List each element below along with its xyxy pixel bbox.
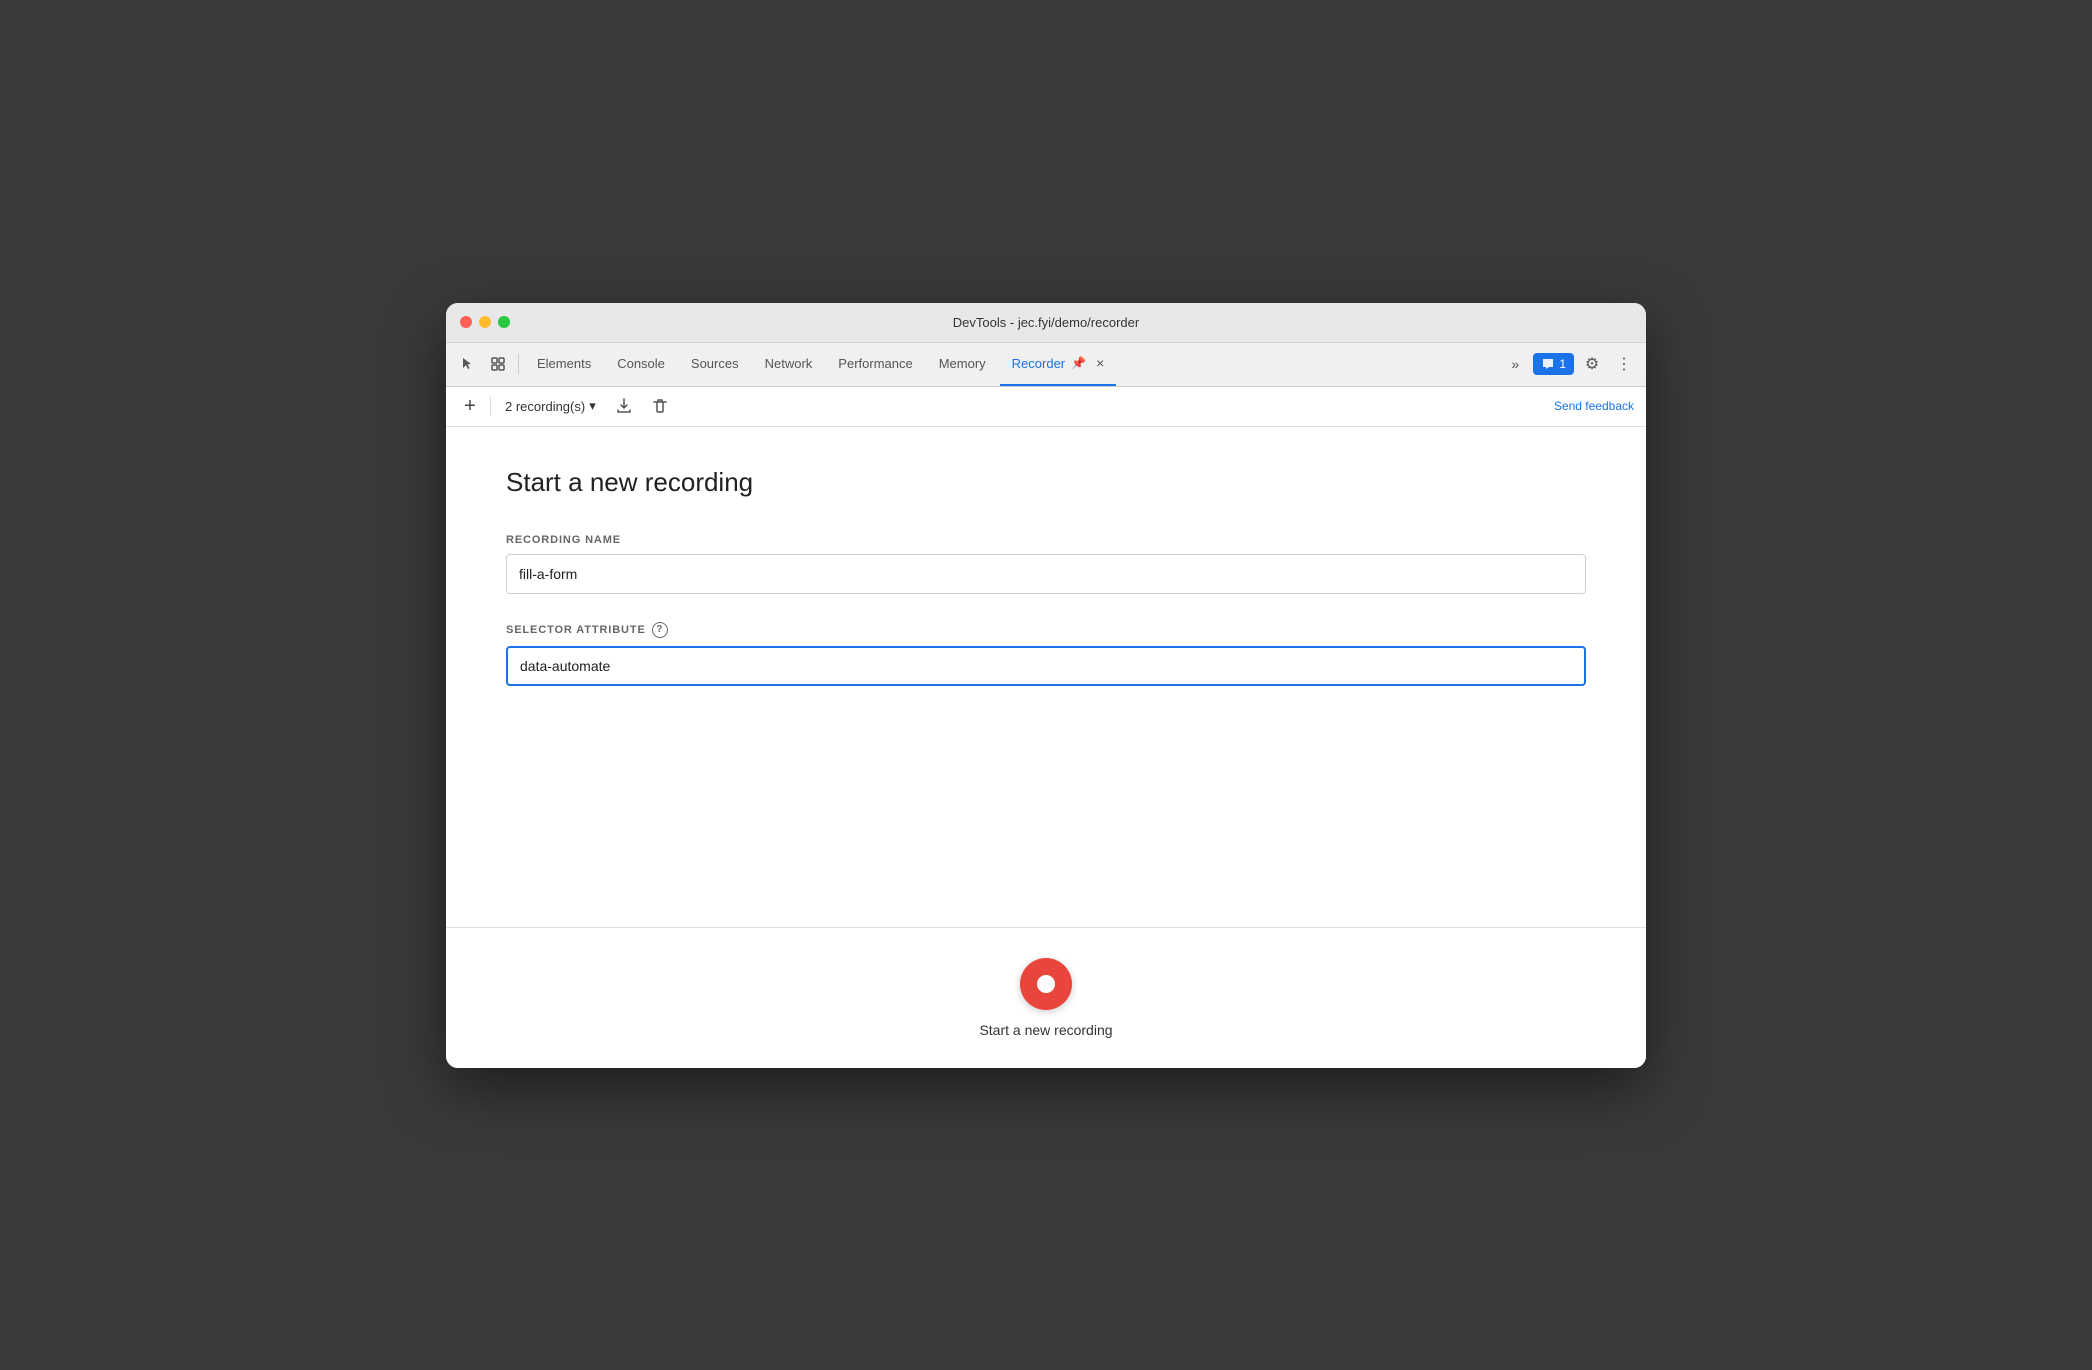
add-recording-button[interactable]: +: [458, 394, 482, 418]
close-button[interactable]: [460, 316, 472, 328]
tab-network[interactable]: Network: [753, 342, 825, 386]
recording-count-label: 2 recording(s): [505, 399, 585, 414]
chevron-down-icon: ▾: [589, 398, 596, 414]
tab-performance[interactable]: Performance: [826, 342, 924, 386]
tab-right-actions: » 1 ⚙ ⋮: [1501, 350, 1638, 378]
tab-recorder[interactable]: Recorder 📌 ×: [1000, 342, 1117, 386]
tab-memory[interactable]: Memory: [927, 342, 998, 386]
record-icon: [1037, 975, 1055, 993]
traffic-lights: [460, 316, 510, 328]
more-tabs-button[interactable]: »: [1501, 350, 1529, 378]
inspect-icon-btn[interactable]: [484, 350, 512, 378]
help-icon[interactable]: ?: [652, 622, 668, 638]
more-options-button[interactable]: ⋮: [1610, 350, 1638, 378]
maximize-button[interactable]: [498, 316, 510, 328]
recording-selector[interactable]: 2 recording(s) ▾: [499, 394, 602, 418]
bottom-section: Start a new recording: [446, 927, 1646, 1068]
tab-sources[interactable]: Sources: [679, 342, 751, 386]
recording-name-label: RECORDING NAME: [506, 534, 1586, 546]
settings-button[interactable]: ⚙: [1578, 350, 1606, 378]
start-recording-button[interactable]: [1020, 958, 1072, 1010]
selector-attribute-group: SELECTOR ATTRIBUTE ?: [506, 622, 1586, 686]
pin-icon: 📌: [1071, 356, 1086, 370]
tab-close-icon[interactable]: ×: [1096, 355, 1104, 371]
minimize-button[interactable]: [479, 316, 491, 328]
export-button[interactable]: [610, 392, 638, 420]
title-bar: DevTools - jec.fyi/demo/recorder: [446, 303, 1646, 343]
start-recording-label: Start a new recording: [979, 1022, 1112, 1038]
recording-name-group: RECORDING NAME: [506, 534, 1586, 594]
chat-button[interactable]: 1: [1533, 353, 1574, 375]
devtools-window: DevTools - jec.fyi/demo/recorder Element…: [446, 303, 1646, 1068]
devtools-tab-bar: Elements Console Sources Network Perform…: [446, 343, 1646, 387]
selector-attribute-input[interactable]: [506, 646, 1586, 686]
toolbar-divider: [490, 396, 491, 416]
selector-attribute-label: SELECTOR ATTRIBUTE ?: [506, 622, 1586, 638]
tab-elements[interactable]: Elements: [525, 342, 603, 386]
main-content: Start a new recording RECORDING NAME SEL…: [446, 427, 1646, 927]
tab-console[interactable]: Console: [605, 342, 677, 386]
chat-count: 1: [1559, 357, 1566, 371]
window-title: DevTools - jec.fyi/demo/recorder: [953, 315, 1139, 330]
recorder-toolbar: + 2 recording(s) ▾ Send feedback: [446, 387, 1646, 427]
tab-divider: [518, 354, 519, 374]
recording-name-input[interactable]: [506, 554, 1586, 594]
cursor-icon-btn[interactable]: [454, 350, 482, 378]
send-feedback-link[interactable]: Send feedback: [1554, 399, 1634, 413]
delete-button[interactable]: [646, 392, 674, 420]
page-title: Start a new recording: [506, 467, 1586, 498]
